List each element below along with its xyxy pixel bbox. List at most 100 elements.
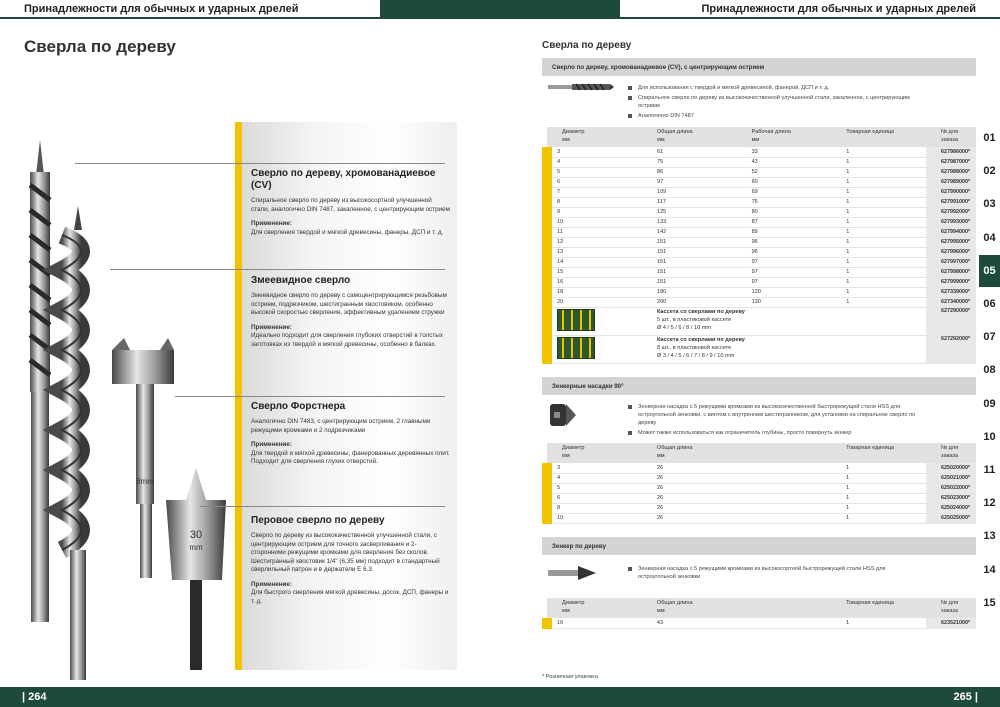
cell-total-length: 26 xyxy=(641,483,737,494)
cell-order-no: 625020000* xyxy=(926,463,976,474)
chapter-tab-12[interactable]: 12 xyxy=(979,487,1000,521)
cell-order-no: 623521000* xyxy=(926,618,976,629)
table-row: 8 117 75 1 627991000* xyxy=(542,197,976,208)
cell-working-length: 97 xyxy=(736,277,832,288)
forstner-drill-bit: 8mm xyxy=(112,338,174,578)
leader-line-forstner xyxy=(175,396,445,397)
cell-diameter: 10 xyxy=(542,513,642,524)
chapter-tab-02[interactable]: 02 xyxy=(979,155,1000,189)
cell-unit: 1 xyxy=(831,503,927,514)
cell-order-no: 625025000* xyxy=(926,513,976,524)
leader-line-cv xyxy=(75,163,445,164)
cell-total-length: 109 xyxy=(641,187,737,198)
bullet-item: Для использования с твердой и мягкой дре… xyxy=(628,84,918,92)
table-row: 16 43 1 623521000* xyxy=(542,618,976,629)
bullet-item: Аналогично DIN 7487 xyxy=(628,112,918,120)
cell-total-length: 125 xyxy=(641,207,737,218)
cell-total-length: 61 xyxy=(641,147,737,158)
col-order-no: № для заказа xyxy=(926,598,976,618)
cell-order-no: 627995000* xyxy=(926,237,976,248)
cell-working-length: 89 xyxy=(736,227,832,238)
cell-order-no: 627292000* xyxy=(926,335,976,364)
cell-unit: 1 xyxy=(831,473,927,484)
cell-total-length: 43 xyxy=(641,618,737,629)
cv-drill-thumbnail xyxy=(548,83,614,91)
cell-diameter: 4 xyxy=(542,157,642,168)
kit-image-cell xyxy=(542,335,642,364)
right-header-title: Принадлежности для обычных и ударных дре… xyxy=(701,2,976,15)
bullet-item: Может также использоваться как ограничит… xyxy=(628,429,918,437)
cell-unit: 1 xyxy=(831,287,926,298)
desc-title: Перовое сверло по дереву xyxy=(251,515,385,526)
cell-unit: 1 xyxy=(831,297,926,308)
chapter-tab-15[interactable]: 15 xyxy=(979,587,1000,620)
chapter-tab-13[interactable]: 13 xyxy=(979,520,1000,554)
col-diameter: Диаметр мм xyxy=(547,443,642,463)
cell-working-length: 75 xyxy=(736,197,832,208)
cell-unit: 1 xyxy=(831,197,926,208)
cell-unit: 1 xyxy=(831,177,926,188)
chapter-tab-03[interactable]: 03 xyxy=(979,188,1000,222)
cell-diameter: 6 xyxy=(542,177,642,188)
col-unit: Товарная единица xyxy=(831,598,927,618)
chapter-tabs: 01 02 03 04 05 06 07 08 09 10 11 12 13 14 15 xyxy=(979,122,1000,620)
cell-order-no: 627996000* xyxy=(926,247,976,258)
cell-working-length: 33 xyxy=(736,147,832,158)
col-total-length: Общая длина мм xyxy=(641,127,737,147)
chapter-tab-07[interactable]: 07 xyxy=(979,321,1000,355)
cell-unit: 1 xyxy=(831,187,926,198)
chapter-tab-04[interactable]: 04 xyxy=(979,222,1000,255)
cell-order-no: 625021000* xyxy=(926,473,976,484)
table-row: 12 151 96 1 627995000* xyxy=(542,237,976,248)
cell-total-length: 142 xyxy=(641,227,737,238)
desc-title: Змеевидное сверло xyxy=(251,275,351,286)
cell-working-length: 43 xyxy=(736,157,832,168)
table-row: 15 151 97 1 627998000* xyxy=(542,267,976,278)
application-label: Применение: xyxy=(251,580,292,588)
chapter-tab-08[interactable]: 08 xyxy=(979,354,1000,388)
table-row: 18 180 120 1 627339000* xyxy=(542,287,976,298)
cell-diameter: 8 xyxy=(542,503,642,514)
chapter-tab-11[interactable]: 11 xyxy=(979,454,1000,488)
cell-working-length: 130 xyxy=(736,297,832,308)
col-unit: Товарная единица xyxy=(831,127,926,147)
cell-total-length: 151 xyxy=(641,247,737,258)
bullet-item: Спиральное сверло по дереву из высококач… xyxy=(628,94,918,110)
cell-empty xyxy=(736,473,832,484)
desc-text: Спиральное сверло по дереву из высокосор… xyxy=(251,197,451,213)
header-center-band xyxy=(380,0,620,19)
spade-size-unit: mm xyxy=(189,543,203,552)
cell-order-no: 627290000* xyxy=(926,307,976,336)
kit-title: Кассета со сверлами по дереву xyxy=(656,337,745,344)
chapter-tab-05[interactable]: 05 xyxy=(979,254,1000,288)
cell-order-no: 627988000* xyxy=(926,167,976,178)
kit-row: Кассета со сверлами по дереву 5 шт., в пл… xyxy=(542,307,976,336)
cell-diameter: 9 xyxy=(542,207,642,218)
cell-diameter: 4 xyxy=(542,473,642,484)
cell-working-length: 80 xyxy=(736,207,832,218)
kit-sizes: Ø 3 / 4 / 5 / 6 / 7 / 8 / 9 / 10 mm xyxy=(656,352,735,359)
desc-block-cv: Сверло по дереву, хромованадиевое (CV) С… xyxy=(251,168,451,243)
desc-block-auger: Змеевидное сверло Змеевидное сверло по д… xyxy=(251,275,451,355)
chapter-tab-06[interactable]: 06 xyxy=(979,288,1000,322)
section2-bullets: Зенкерная насадка с 5 режущими кромками … xyxy=(628,403,918,439)
chapter-tab-01[interactable]: 01 xyxy=(979,122,1000,156)
cell-unit: 1 xyxy=(831,237,926,248)
table-row: 3 26 1 625020000* xyxy=(542,463,976,474)
section3-bullets: Зенкерная насадка с 5 режущими кромками … xyxy=(628,565,918,583)
cell-unit: 1 xyxy=(831,483,927,494)
chapter-tab-14[interactable]: 14 xyxy=(979,553,1000,587)
table-row: 9 125 80 1 627992000* xyxy=(542,207,976,218)
cell-working-length: 97 xyxy=(736,257,832,268)
cell-order-no: 627987000* xyxy=(926,157,976,168)
col-order-no: № для заказа xyxy=(926,443,976,463)
chapter-tab-09[interactable]: 09 xyxy=(979,388,1000,421)
footnote: * Розничная упаковка xyxy=(542,674,598,680)
chapter-tab-10[interactable]: 10 xyxy=(979,421,1000,454)
cell-order-no: 627994000* xyxy=(926,227,976,238)
cell-total-length: 26 xyxy=(641,463,737,474)
application-text: Для быстрого сверления мягкой древесины,… xyxy=(251,589,449,605)
cell-order-no: 625022000* xyxy=(926,483,976,494)
cell-empty xyxy=(736,618,832,629)
section-head-countersinks: Зенкерные насадки 90° xyxy=(542,377,976,395)
